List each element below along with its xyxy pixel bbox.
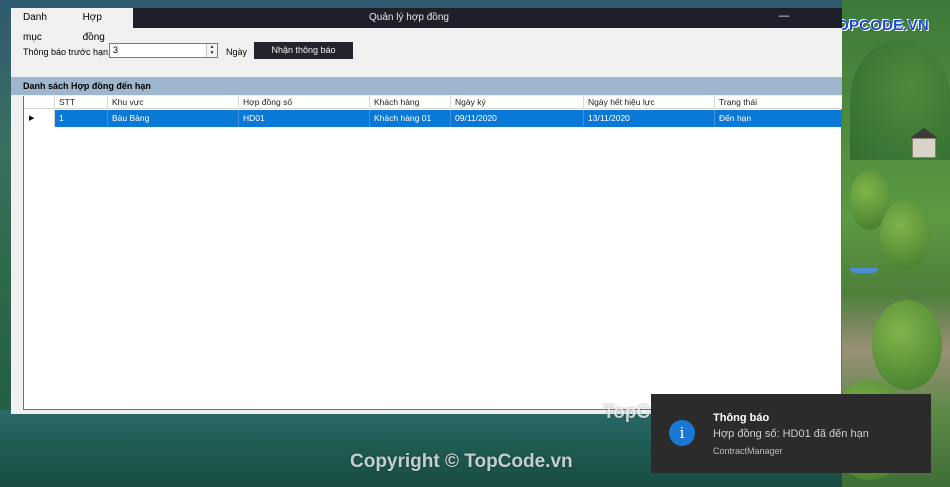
toast-notification[interactable]: i Thông báo Hợp đồng số: HD01 đã đến hạn…	[651, 394, 931, 473]
cell-ngay-het-hieu-luc[interactable]: 13/11/2020	[584, 110, 715, 127]
column-header[interactable]: Ngày hết hiệu lực	[584, 96, 715, 109]
column-header[interactable]: Khách hàng	[370, 96, 451, 109]
column-header[interactable]: Khu vực	[108, 96, 239, 109]
app-window: Quản lý hợp đồng — Danh mục Hợp đồng Thô…	[11, 8, 842, 414]
contracts-grid[interactable]: STT Khu vực Hợp đồng số Khách hàng Ngày …	[23, 96, 842, 410]
row-header-corner	[24, 96, 55, 109]
column-header[interactable]: Trạng thái	[715, 96, 842, 109]
toast-app-name: ContractManager	[713, 446, 783, 456]
toast-title: Thông báo	[713, 412, 770, 424]
days-unit-label: Ngày	[226, 47, 248, 57]
column-header[interactable]: STT	[55, 96, 108, 109]
current-row-icon[interactable]: ▶	[24, 110, 55, 127]
menu-bar: Danh mục Hợp đồng	[11, 8, 133, 43]
cell-hop-dong-so[interactable]: HD01	[239, 110, 370, 127]
logo-text: TOPCODE.VN	[828, 16, 929, 34]
notify-button[interactable]: Nhận thông báo	[254, 42, 353, 59]
title-bar: Quản lý hợp đồng — Danh mục Hợp đồng	[11, 8, 842, 43]
table-row[interactable]: ▶ 1 Bàu Bàng HD01 Khách hàng 01 09/11/20…	[24, 110, 842, 127]
menu-danh-muc[interactable]: Danh mục	[15, 8, 75, 43]
cell-stt[interactable]: 1	[55, 110, 108, 127]
spin-down-icon[interactable]: ▼	[207, 50, 217, 56]
column-header[interactable]: Ngày ký	[451, 96, 584, 109]
info-icon: i	[669, 420, 695, 446]
cell-trang-thai[interactable]: Đến hạn	[715, 110, 842, 127]
days-before-input[interactable]: 3	[109, 43, 218, 58]
column-header[interactable]: Hợp đồng số	[239, 96, 370, 109]
minimize-button[interactable]: —	[777, 10, 791, 24]
days-before-spinner[interactable]: ▲ ▼	[206, 44, 217, 57]
days-before-label: Thông báo trước hạn:	[23, 47, 111, 57]
toast-body: Hợp đồng số: HD01 đã đến hạn	[713, 428, 869, 440]
section-title: Danh sách Hợp đồng đến hạn	[11, 77, 842, 95]
grid-header: STT Khu vực Hợp đồng số Khách hàng Ngày …	[24, 96, 842, 109]
house-image	[910, 128, 938, 162]
cell-khu-vuc[interactable]: Bàu Bàng	[108, 110, 239, 127]
cell-khach-hang[interactable]: Khách hàng 01	[370, 110, 451, 127]
menu-hop-dong[interactable]: Hợp đồng	[75, 8, 133, 43]
cell-ngay-ky[interactable]: 09/11/2020	[451, 110, 584, 127]
watermark-copyright: Copyright © TopCode.vn	[350, 451, 573, 472]
